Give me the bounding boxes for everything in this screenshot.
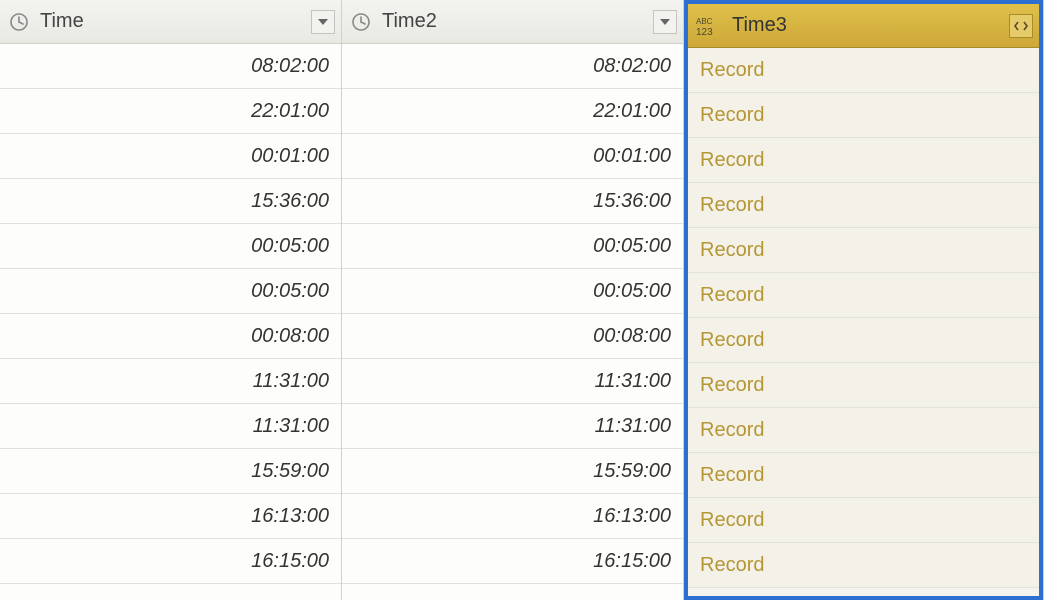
table-cell[interactable]: 11:31:00 (0, 359, 341, 404)
table-cell[interactable]: 08:02:00 (342, 44, 683, 89)
table-cell[interactable]: 15:59:00 (342, 449, 683, 494)
expand-column-button[interactable] (1009, 14, 1033, 38)
any-type-icon: ABC 123 (696, 15, 724, 37)
column-header-time2[interactable]: Time2 (342, 0, 683, 44)
table-cell[interactable]: 15:36:00 (342, 179, 683, 224)
table-cell[interactable]: 16:13:00 (342, 494, 683, 539)
data-preview-table: Time 08:02:00 22:01:00 00:01:00 15:36:00… (0, 0, 1044, 600)
filter-dropdown-button[interactable] (311, 10, 335, 34)
table-cell[interactable]: 00:01:00 (0, 134, 341, 179)
expand-icon (1014, 20, 1028, 32)
table-cell[interactable]: 08:02:00 (0, 44, 341, 89)
table-cell[interactable]: 15:59:00 (0, 449, 341, 494)
table-cell[interactable]: 00:05:00 (342, 269, 683, 314)
table-cell[interactable]: Record (688, 498, 1039, 543)
table-cell[interactable]: Record (688, 48, 1039, 93)
table-cell[interactable]: Record (688, 453, 1039, 498)
column-time: Time 08:02:00 22:01:00 00:01:00 15:36:00… (0, 0, 342, 600)
selection-highlight: ABC 123 Time3 Record Record Record Recor… (684, 0, 1043, 600)
column-time3: ABC 123 Time3 Record Record Record Recor… (684, 0, 1044, 600)
table-cell[interactable]: Record (688, 273, 1039, 318)
column-header-label: Time2 (382, 10, 651, 33)
table-cell[interactable]: Record (688, 363, 1039, 408)
clock-icon (350, 11, 372, 33)
svg-text:123: 123 (696, 27, 713, 36)
table-cell[interactable]: Record (688, 93, 1039, 138)
table-cell[interactable]: 00:08:00 (0, 314, 341, 359)
table-cell[interactable]: Record (688, 318, 1039, 363)
table-cell[interactable]: 00:08:00 (342, 314, 683, 359)
column-header-time[interactable]: Time (0, 0, 341, 44)
table-cell[interactable]: Record (688, 228, 1039, 273)
table-cell[interactable]: 00:05:00 (342, 224, 683, 269)
table-cell[interactable]: 00:05:00 (0, 224, 341, 269)
column-header-label: Time (40, 10, 309, 33)
clock-icon (8, 11, 30, 33)
table-cell[interactable]: 22:01:00 (342, 89, 683, 134)
table-cell[interactable]: Record (688, 138, 1039, 183)
table-cell[interactable]: Record (688, 183, 1039, 228)
table-cell[interactable]: Record (688, 408, 1039, 453)
column-header-time3[interactable]: ABC 123 Time3 (688, 4, 1039, 48)
filter-dropdown-button[interactable] (653, 10, 677, 34)
table-cell[interactable]: Record (688, 543, 1039, 588)
chevron-down-icon (318, 19, 328, 25)
column-header-label: Time3 (732, 14, 1007, 37)
table-cell[interactable]: 16:13:00 (0, 494, 341, 539)
table-cell[interactable]: 00:01:00 (342, 134, 683, 179)
table-cell[interactable]: 16:15:00 (342, 539, 683, 584)
table-cell[interactable]: 11:31:00 (342, 404, 683, 449)
svg-text:ABC: ABC (696, 17, 713, 26)
table-cell[interactable]: 15:36:00 (0, 179, 341, 224)
table-cell[interactable]: 22:01:00 (0, 89, 341, 134)
table-cell[interactable]: 16:15:00 (0, 539, 341, 584)
chevron-down-icon (660, 19, 670, 25)
table-cell[interactable]: 11:31:00 (342, 359, 683, 404)
table-cell[interactable]: 11:31:00 (0, 404, 341, 449)
table-cell[interactable]: 00:05:00 (0, 269, 341, 314)
column-time2: Time2 08:02:00 22:01:00 00:01:00 15:36:0… (342, 0, 684, 600)
